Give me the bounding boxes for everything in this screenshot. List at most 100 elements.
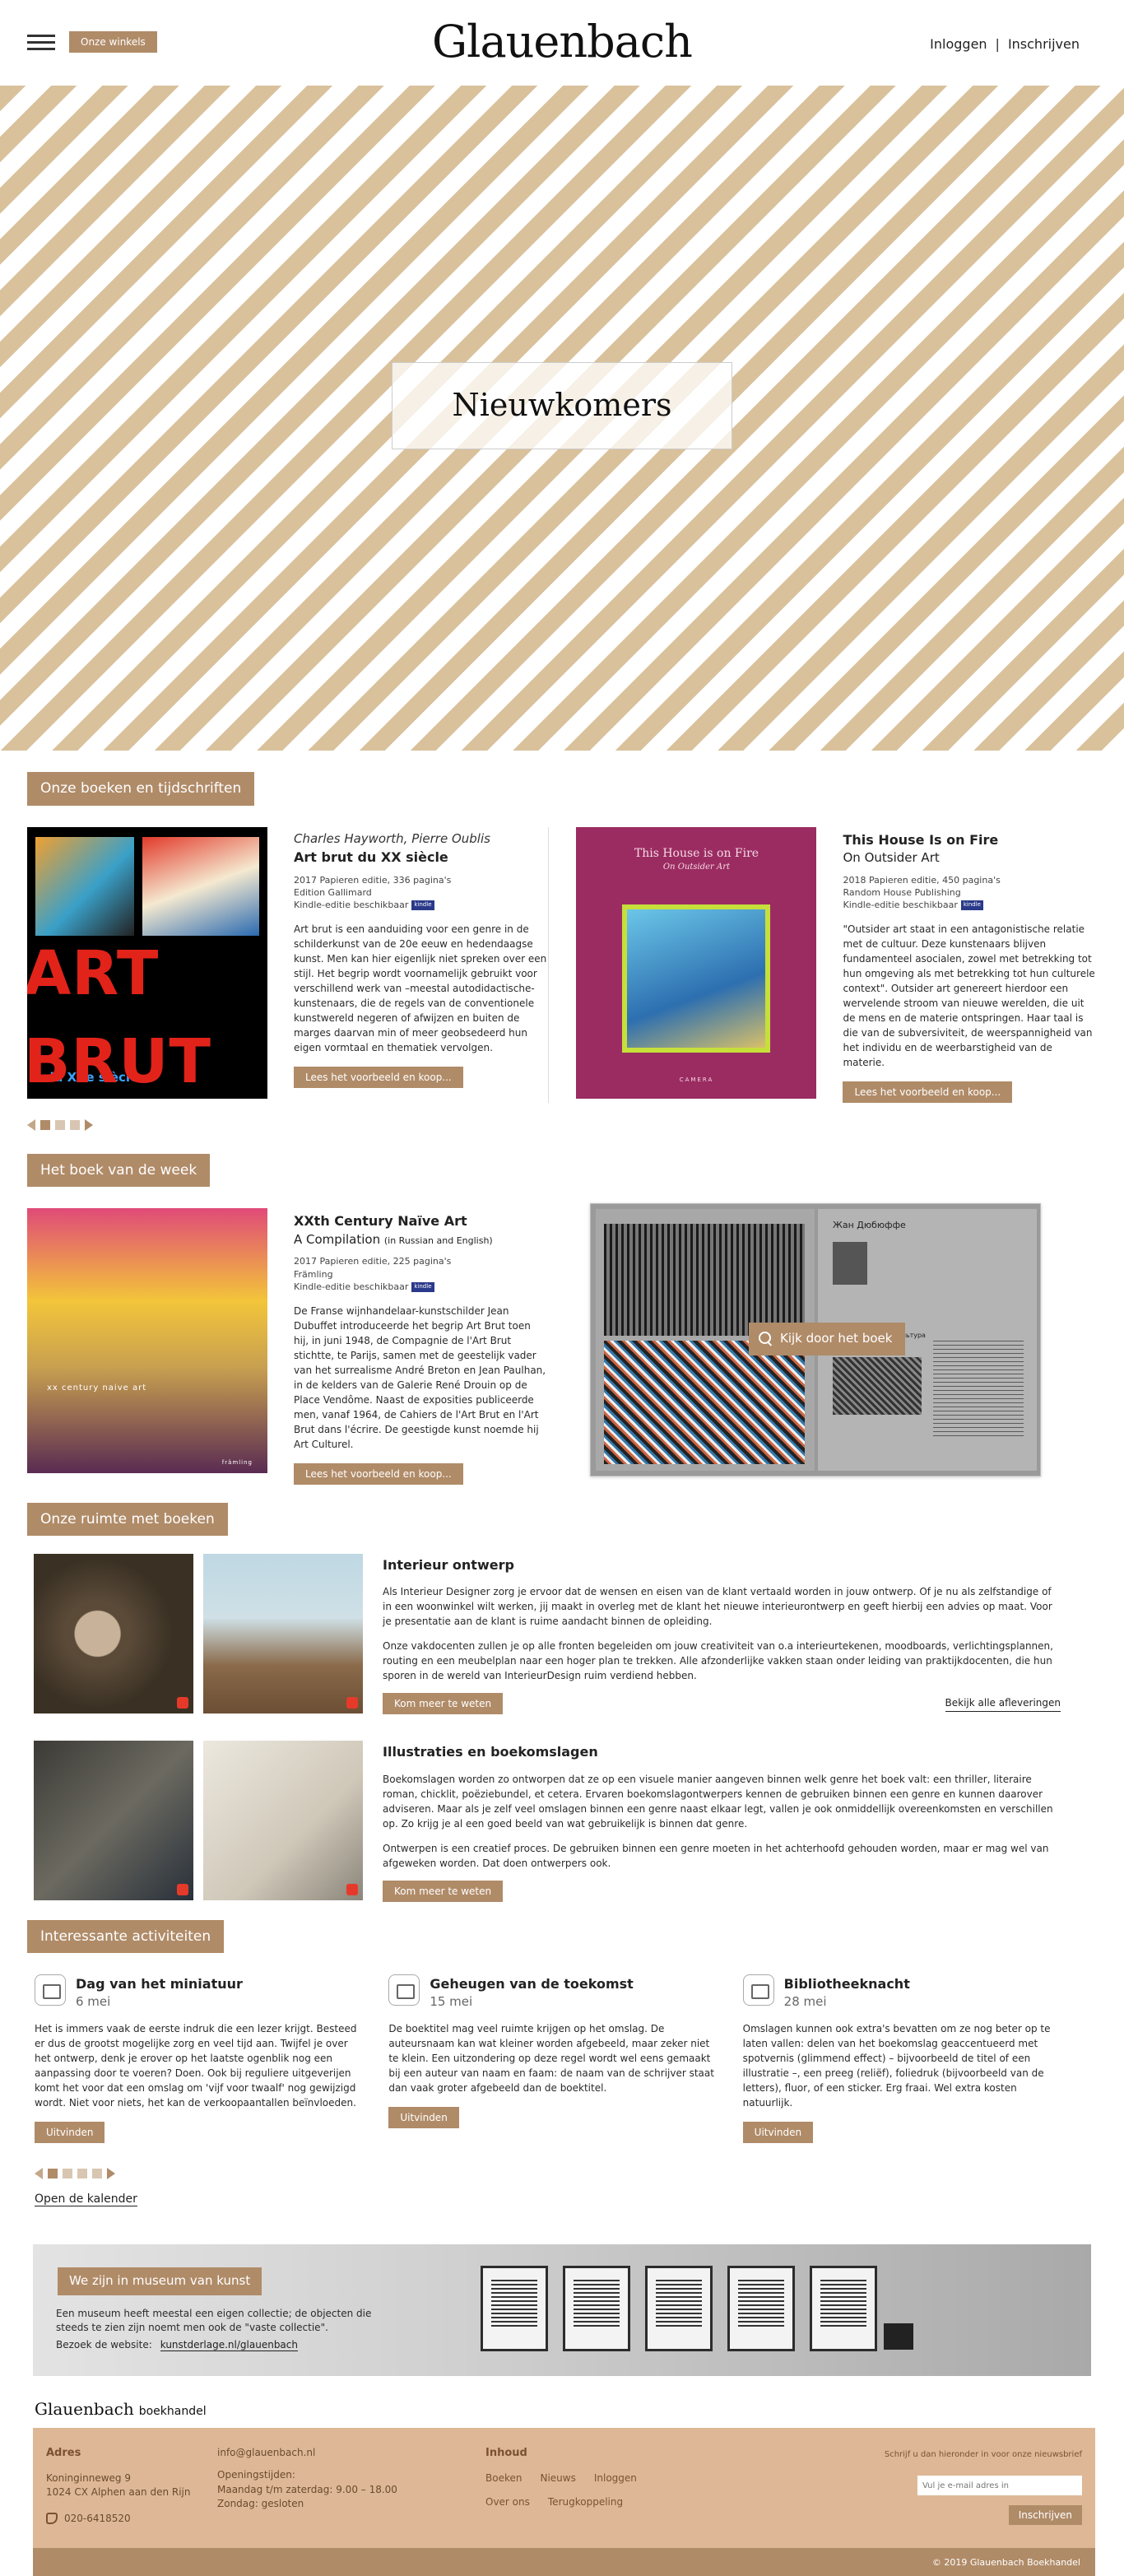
next-arrow-icon[interactable]	[107, 2168, 115, 2180]
activity-text: Het is immers vaak de eerste indruk die …	[35, 2023, 357, 2109]
pager-dot[interactable]	[40, 1119, 50, 1130]
activity-title: Geheugen van de toekomst	[430, 1976, 634, 1992]
book-cover-house-on-fire[interactable]: This House is on Fire On Outsider Art CA…	[576, 826, 817, 1099]
activities-section: Interessante activiteiten Dag van het mi…	[0, 1919, 1124, 2208]
find-out-button[interactable]: Uitvinden	[35, 2122, 105, 2144]
book-title: This House Is on Fire	[843, 831, 999, 848]
book-title: XXth Century Naïve Art	[294, 1213, 467, 1230]
find-out-button[interactable]: Uitvinden	[388, 2107, 459, 2129]
footer-address: Adres Koninginneweg 9 1024 CX Alphen aan…	[46, 2446, 191, 2526]
login-link[interactable]: Inloggen	[930, 36, 987, 52]
pager-dot[interactable]	[70, 1119, 80, 1130]
book-publisher: Främling	[294, 1268, 333, 1280]
read-sample-button[interactable]: Lees het voorbeeld en koop...	[843, 1081, 1013, 1103]
cover-title: xx century naive art	[47, 1383, 147, 1393]
space-section: Onze ruimte met boeken Interieur ontwerp…	[0, 1502, 1124, 1902]
book-meta: 2018 Papieren editie, 450 pagina's Rando…	[843, 874, 1096, 912]
browse-book-button[interactable]: Kijk door het boek	[749, 1323, 906, 1356]
prev-arrow-icon[interactable]	[27, 1118, 35, 1131]
book-meta: 2017 Papieren editie, 225 pagina's Främl…	[294, 1255, 547, 1293]
activity-date: 28 mei	[783, 1994, 827, 2010]
space-item-text: Als Interieur Designer zorg je ervoor da…	[383, 1586, 1052, 1628]
newsletter-subscribe-button[interactable]: Inschrijven	[1008, 2505, 1082, 2526]
footer-link-feedback[interactable]: Terugkoppeling	[548, 2495, 623, 2509]
museum-website-link[interactable]: kunstderlage.nl/glauenbach	[160, 2338, 298, 2351]
kindle-badge: kindle	[411, 900, 434, 911]
museum-button[interactable]: We zijn in museum van kunst	[58, 2267, 262, 2295]
signup-link[interactable]: Inschrijven	[1008, 36, 1080, 52]
book-card: du XXe siècle ART BRUT Charles Hayworth,…	[27, 826, 548, 1103]
footer-link-news[interactable]: Nieuws	[540, 2471, 575, 2485]
photo-covers-1[interactable]	[34, 1741, 193, 1901]
cover-subtitle: On Outsider Art	[662, 862, 731, 872]
divider	[547, 826, 549, 1103]
activity-title: Dag van het miniatuur	[76, 1976, 243, 1992]
book-kindle: Kindle-editie beschikbaar kindle	[843, 899, 1096, 911]
pager-dot[interactable]	[48, 2169, 58, 2179]
copyright: © 2019 Glauenbach Boekhandel	[33, 2547, 1095, 2576]
section-tab-week: Het boek van de week	[27, 1153, 211, 1188]
pager-dot[interactable]	[77, 2169, 87, 2179]
book-description: De Franse wijnhandelaar-kunstschilder Je…	[294, 1304, 546, 1450]
photo-interior-2[interactable]	[203, 1554, 363, 1714]
pager-dot[interactable]	[92, 2169, 102, 2179]
footer-contact: info@glauenbach.nl Openingstijden: Maand…	[217, 2446, 397, 2512]
learn-more-button[interactable]: Kom meer te weten	[383, 1693, 504, 1715]
footer-logo[interactable]: Glauenbach	[35, 2399, 134, 2419]
kindle-badge: kindle	[411, 1282, 434, 1292]
footer-brand: Glauenbach boekhandel	[0, 2376, 1124, 2421]
footer-brand-suffix: boekhandel	[138, 2404, 207, 2418]
book-spread-preview[interactable]: Жан Дюбюффе Художественная культура Kijk…	[590, 1203, 1041, 1477]
footer-link-books[interactable]: Boeken	[485, 2471, 522, 2485]
pager-dot[interactable]	[55, 1119, 65, 1130]
space-item-text: Boekomslagen worden zo ontworpen dat ze …	[383, 1773, 1053, 1830]
book-description: Art brut is een aanduiding voor een genr…	[294, 923, 547, 1053]
museum-text: Een museum heeft meestal een eigen colle…	[56, 2307, 372, 2334]
address-heading: Adres	[46, 2446, 81, 2459]
prev-arrow-icon[interactable]	[35, 2168, 43, 2180]
next-arrow-icon[interactable]	[85, 1118, 93, 1131]
all-episodes-link[interactable]: Bekijk alle afleveringen	[945, 1696, 1061, 1712]
coffee-icon	[388, 1974, 420, 2006]
footer-link-login[interactable]: Inloggen	[594, 2471, 637, 2485]
top-header: Onze winkels Glauenbach Inloggen | Inschri…	[0, 0, 1124, 86]
browse-label: Kijk door het boek	[780, 1331, 893, 1346]
activity-text: Omslagen kunnen ook extra's bevatten om …	[742, 2023, 1051, 2109]
cover-title: This House is on Fire	[634, 846, 759, 860]
book-description: "Outsider art staat in een antagonistisc…	[843, 923, 1095, 1068]
space-item-title: Illustraties en boekomslagen	[383, 1744, 598, 1760]
footer-email[interactable]: info@glauenbach.nl	[217, 2446, 397, 2460]
phone-number: 020-6418520	[64, 2512, 131, 2524]
artwork-frame	[727, 2265, 795, 2351]
read-sample-button[interactable]: Lees het voorbeeld en koop...	[294, 1462, 463, 1485]
photo-covers-2[interactable]	[203, 1741, 363, 1901]
book-icon	[35, 1974, 66, 2006]
learn-more-button[interactable]: Kom meer te weten	[383, 1880, 504, 1902]
hero-banner: Nieuwkomers	[0, 86, 1124, 751]
week-section: Het boek van de week xx century naive ar…	[0, 1153, 1124, 1485]
book-author: Charles Hayworth, Pierre Oublis	[294, 830, 490, 846]
library-icon	[742, 1974, 774, 2006]
books-section: Onze boeken en tijdschriften du XXe sièc…	[0, 772, 1124, 1147]
artwork-frame	[810, 2265, 877, 2351]
book-cover-art-brut[interactable]: du XXe siècle ART BRUT	[27, 826, 267, 1099]
find-out-button[interactable]: Uitvinden	[742, 2122, 814, 2144]
book-subtitle: A Compilation (in Russian and English)	[294, 1231, 493, 1247]
footer-phone[interactable]: 020-6418520	[46, 2512, 191, 2526]
artwork-frame	[645, 2265, 713, 2351]
section-tab-space: Onze ruimte met boeken	[27, 1502, 228, 1537]
book-publisher: Edition Gallimard	[294, 886, 372, 898]
newsletter-email-input[interactable]	[917, 2476, 1082, 2496]
artwork-small	[884, 2323, 913, 2350]
address-line: 1024 CX Alphen aan den Rijn	[46, 2486, 191, 2499]
book-title: Art brut du XX siècle	[294, 849, 448, 866]
cover-publisher: CAMERA	[679, 1076, 714, 1083]
photo-interior-1[interactable]	[34, 1554, 193, 1714]
footer-link-about[interactable]: Over ons	[485, 2495, 530, 2509]
activity-date: 6 mei	[76, 1994, 111, 2010]
pager-dot[interactable]	[63, 2169, 72, 2179]
activity-card: Geheugen van de toekomst 15 mei De boekt…	[388, 1974, 742, 2143]
open-calendar-link[interactable]: Open de kalender	[35, 2192, 137, 2207]
book-cover-naive-art[interactable]: xx century naive art främling	[27, 1208, 267, 1474]
read-sample-button[interactable]: Lees het voorbeeld en koop...	[294, 1066, 463, 1088]
